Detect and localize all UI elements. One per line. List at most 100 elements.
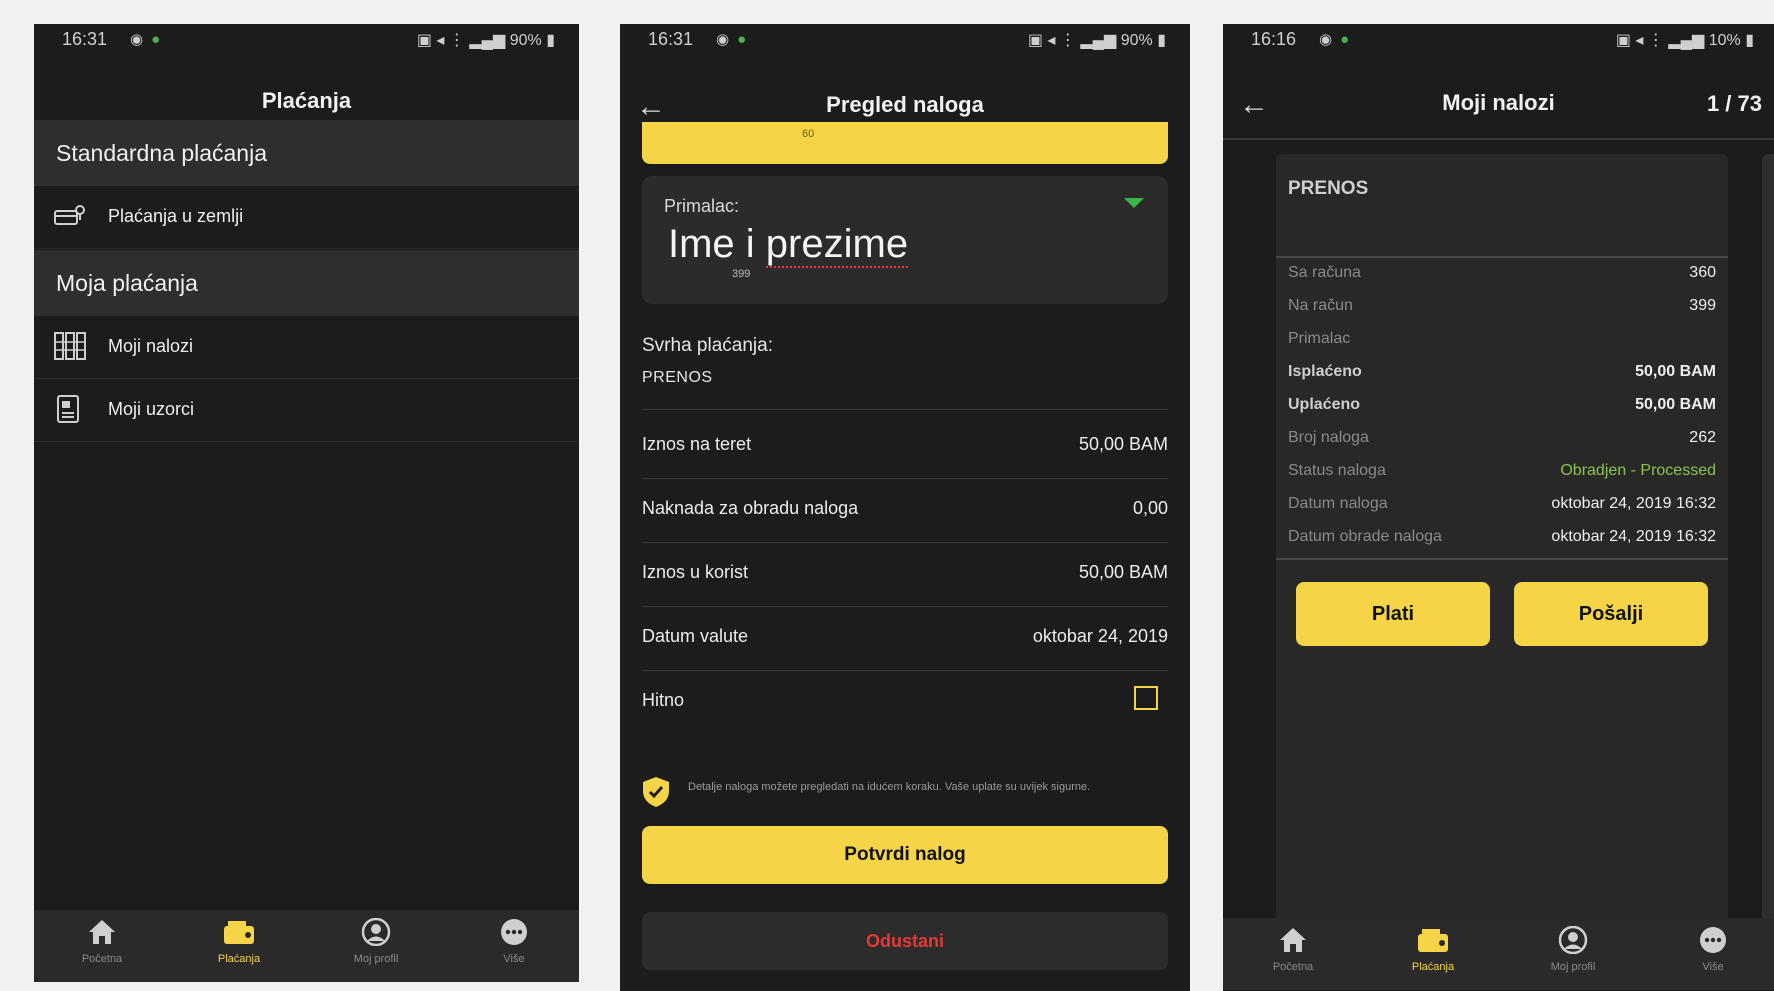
menu-item-my-orders[interactable]: Moji nalozi (34, 316, 579, 379)
row-value: 50,00 BAM (1078, 434, 1168, 454)
nav-more[interactable]: Više (454, 918, 574, 965)
nav-label: Moj profil (1550, 961, 1596, 973)
detail-row: Uplaćeno 50,00 BAM (1288, 390, 1716, 423)
nav-label: Više (1702, 961, 1724, 973)
section-standard-payments: Standardna plaćanja (34, 120, 579, 186)
menu-item-my-templates[interactable]: Moji uzorci (34, 379, 579, 442)
row-value: oktobar 24, 2019 (1032, 626, 1168, 646)
more-icon (1700, 927, 1726, 953)
nav-label: Početna (81, 953, 123, 965)
section-my-payments: Moja plaćanja (34, 250, 579, 316)
wallet-icon (1418, 929, 1448, 952)
notification-icons: ◉ ● (130, 31, 161, 48)
row-value: 50,00 BAM (1078, 562, 1168, 582)
nav-label: Plaćanja (1411, 961, 1455, 973)
section-heading: Standardna plaćanja (56, 140, 267, 166)
detail-label: Status naloga (1288, 462, 1386, 479)
detail-row-fee: Naknada za obradu naloga 0,00 (642, 478, 1168, 543)
status-time: 16:31 (62, 29, 108, 49)
page-counter: 1 / 73 (1706, 91, 1762, 116)
nav-more[interactable]: Više (1653, 926, 1773, 973)
detail-row: Datum naloga oktobar 24, 2019 16:32 (1288, 489, 1716, 522)
order-title: PRENOS (1288, 178, 1369, 199)
detail-row: Broj naloga 262 (1288, 423, 1716, 456)
nav-payments[interactable]: Plaćanja (179, 918, 299, 965)
order-card: PRENOS Sa računa 360 Na račun 399 Primal… (1276, 154, 1728, 932)
next-card-edge (1762, 154, 1774, 934)
phone-payments-menu: 16:31 ◉ ● ▣ ◂ ⋮ ▂▄▆ 90% ▮ Plaćanja Standa… (34, 24, 579, 982)
detail-label: Primalac (1288, 330, 1351, 347)
notification-icons: ◉ ● (716, 31, 747, 48)
app-header: ← Moji nalozi 1 / 73 (1223, 64, 1774, 134)
menu-item-label: Moji nalozi (108, 336, 194, 356)
detail-row-credit-amount: Iznos u korist 50,00 BAM (642, 542, 1168, 607)
detail-label: Datum obrade naloga (1288, 528, 1442, 545)
detail-value: 50,00 BAM (1635, 396, 1716, 413)
battery-indicator: ▣ ◂ ⋮ ▂▄▆ 90% ▮ (416, 32, 555, 49)
nav-profile[interactable]: Moj profil (316, 917, 436, 965)
nav-label: Plaćanja (217, 953, 261, 965)
user-icon (361, 917, 391, 947)
confirm-order-button[interactable]: Potvrdi nalog (642, 826, 1168, 884)
battery-indicator: ▣ ◂ ⋮ ▂▄▆ 90% ▮ (1027, 32, 1166, 49)
urgent-row: Hitno (642, 670, 1168, 734)
status-time: 16:31 (648, 29, 694, 49)
bottom-navigation: Početna Plaćanja Moj profil Više (34, 910, 579, 982)
detail-value: 262 (1689, 429, 1716, 446)
detail-label: Na račun (1288, 297, 1353, 314)
card-text: 60 (802, 128, 815, 140)
nav-home[interactable]: Početna (1233, 926, 1353, 973)
nav-payments[interactable]: Plaćanja (1373, 926, 1493, 973)
row-label: Datum valute (642, 626, 749, 646)
row-label: Iznos u korist (642, 562, 749, 582)
security-note: Detalje naloga možete pregledati na iduć… (642, 776, 1168, 816)
nav-label: Više (503, 953, 525, 965)
nav-label: Moj profil (353, 953, 399, 965)
status-bar: 16:31 ◉ ● ▣ ◂ ⋮ ▂▄▆ 90% ▮ (34, 24, 579, 58)
recipient-account: 399 (732, 268, 751, 280)
menu-item-label: Plaćanja u zemlji (108, 206, 244, 226)
detail-label: Broj naloga (1288, 429, 1369, 446)
page-title: Pregled naloga (826, 92, 984, 117)
menu-item-domestic-payments[interactable]: Plaćanja u zemlji (34, 186, 579, 249)
wallet-icon (224, 921, 254, 944)
previous-card-edge: 60 (642, 122, 1168, 164)
row-label: Iznos na teret (642, 434, 752, 454)
shield-check-icon (643, 777, 669, 807)
card-location-icon (54, 205, 85, 225)
more-icon (501, 919, 527, 945)
nav-profile[interactable]: Moj profil (1513, 925, 1633, 973)
row-label: Naknada za obradu naloga (642, 498, 859, 518)
detail-value: 360 (1689, 264, 1716, 281)
recipient-value: Ime i prezime (668, 222, 909, 268)
note-text: Detalje naloga možete pregledati na iduć… (688, 781, 1091, 793)
urgent-label: Hitno (642, 690, 685, 710)
status-time: 16:16 (1251, 29, 1297, 49)
pay-button[interactable]: Plati (1296, 582, 1490, 646)
home-icon (1280, 928, 1306, 952)
cancel-button[interactable]: Odustani (642, 912, 1168, 970)
divider (1276, 558, 1728, 560)
nav-home[interactable]: Početna (42, 918, 162, 965)
urgent-checkbox[interactable] (1134, 686, 1158, 710)
status-value: Obradjen - Processed (1560, 462, 1716, 479)
page-title: Moji nalozi (1442, 90, 1555, 115)
recipient-label: Primalac: (664, 196, 740, 216)
payment-purpose: Svrha plaćanja: PRENOS (642, 329, 1168, 410)
bottom-navigation: Početna Plaćanja Moj profil Više (1223, 918, 1774, 990)
phone-order-review: 16:31 ◉ ● ▣ ◂ ⋮ ▂▄▆ 90% ▮ ← Pregled nalog… (620, 24, 1190, 991)
user-icon (1558, 925, 1588, 955)
detail-row: Primalac (1288, 324, 1716, 357)
recipient-field[interactable]: Primalac: Ime i prezime 399 (642, 176, 1168, 304)
battery-indicator: ▣ ◂ ⋮ ▂▄▆ 10% ▮ (1615, 32, 1754, 49)
detail-row: Isplaćeno 50,00 BAM (1288, 357, 1716, 390)
detail-label: Sa računa (1288, 264, 1361, 281)
nav-label: Početna (1272, 961, 1314, 973)
detail-label: Datum naloga (1288, 495, 1388, 512)
dropdown-arrow-icon[interactable] (1124, 198, 1144, 208)
menu-item-label: Moji uzorci (108, 399, 195, 419)
notification-icons: ◉ ● (1319, 31, 1350, 48)
phone-my-orders: 16:16 ◉ ● ▣ ◂ ⋮ ▂▄▆ 10% ▮ ← Moji nalozi 1… (1223, 24, 1774, 991)
send-button[interactable]: Pošalji (1514, 582, 1708, 646)
section-heading: Moja plaćanja (56, 270, 198, 296)
